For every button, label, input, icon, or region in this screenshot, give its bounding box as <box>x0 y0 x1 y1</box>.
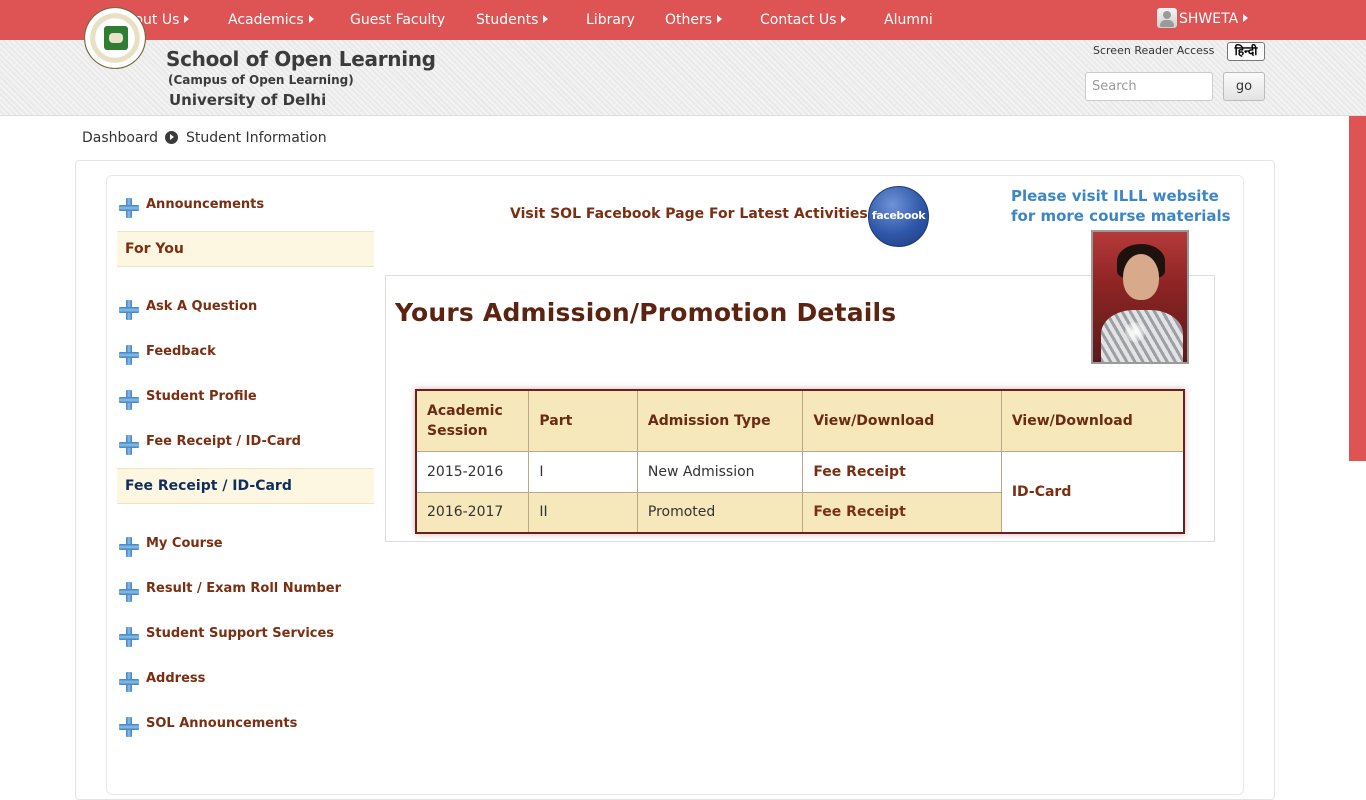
top-navbar: About Us Academics Guest Faculty Student… <box>0 0 1366 40</box>
admission-table: Academic Session Part Admission Type Vie… <box>415 389 1185 534</box>
user-name: SHWETA <box>1179 11 1239 27</box>
caret-right-icon <box>717 15 723 23</box>
header-view-download: View/Download <box>802 389 1002 452</box>
search-input[interactable] <box>1085 72 1213 101</box>
header-part: Part <box>528 389 638 452</box>
sidebar-heading-for-you: For You <box>117 231 374 267</box>
nav-others-label: Others <box>665 12 713 28</box>
fee-receipt-link[interactable]: Fee Receipt <box>802 491 1002 534</box>
nav-library-label: Library <box>586 12 635 28</box>
hindi-language-button[interactable]: हिन्दी <box>1227 42 1265 61</box>
plus-icon <box>119 390 139 410</box>
caret-right-icon <box>308 15 314 23</box>
nav-students[interactable]: Students <box>476 0 549 40</box>
plus-icon <box>119 345 139 365</box>
sidebar-item-label: Student Profile <box>146 389 257 404</box>
plus-icon <box>119 627 139 647</box>
chevron-right-icon <box>165 131 178 144</box>
sidebar-item-label: Result / Exam Roll Number <box>146 581 341 596</box>
illl-link-line2[interactable]: for more course materials <box>1011 207 1231 225</box>
screen-reader-link[interactable]: Screen Reader Access <box>1093 44 1214 57</box>
nav-alumni[interactable]: Alumni <box>884 0 933 40</box>
sidebar-heading-fee-receipt: Fee Receipt / ID-Card <box>117 468 374 504</box>
plus-icon <box>119 435 139 455</box>
search-go-button[interactable]: go <box>1223 72 1265 101</box>
nav-students-label: Students <box>476 12 539 28</box>
table-row: 2015-2016 I New Admission Fee Receipt ID… <box>415 450 1185 534</box>
user-avatar-icon <box>1157 8 1177 28</box>
brand-university: University of Delhi <box>169 91 327 109</box>
plus-icon <box>119 537 139 557</box>
page-title: Yours Admission/Promotion Details <box>395 298 897 327</box>
nav-others[interactable]: Others <box>665 0 723 40</box>
header-view-download: View/Download <box>1000 389 1185 452</box>
caret-right-icon <box>841 15 847 23</box>
cell-part: II <box>528 491 638 534</box>
nav-academics[interactable]: Academics <box>228 0 314 40</box>
caret-right-icon <box>184 15 190 23</box>
id-card-link[interactable]: ID-Card <box>1000 450 1185 534</box>
sidebar-heading-label: Fee Receipt / ID-Card <box>125 478 292 494</box>
breadcrumb-current: Student Information <box>186 130 327 146</box>
plus-icon <box>119 717 139 737</box>
sidebar-item-label: Fee Receipt / ID-Card <box>146 434 301 449</box>
sidebar-item-label: SOL Announcements <box>146 716 298 731</box>
fee-receipt-link[interactable]: Fee Receipt <box>802 450 1002 493</box>
illl-link-line1[interactable]: Please visit ILLL website <box>1011 187 1219 205</box>
nav-contact-us-label: Contact Us <box>760 12 837 28</box>
university-seal-logo <box>84 7 146 69</box>
header-academic-session: Academic Session <box>415 389 530 452</box>
sidebar-item-label: Announcements <box>146 197 265 212</box>
breadcrumb-dashboard[interactable]: Dashboard <box>82 130 158 146</box>
caret-right-icon <box>543 15 549 23</box>
cell-session: 2015-2016 <box>415 450 530 493</box>
sidebar-item-label: Student Support Services <box>146 626 335 641</box>
plus-icon <box>119 582 139 602</box>
table-header-row: Academic Session Part Admission Type Vie… <box>415 389 1185 452</box>
nav-contact-us[interactable]: Contact Us <box>760 0 847 40</box>
cell-admission-type: New Admission <box>636 450 804 493</box>
sidebar-item-label: Feedback <box>146 344 216 359</box>
student-photo <box>1091 230 1189 364</box>
cell-session: 2016-2017 <box>415 491 530 534</box>
facebook-icon-label: facebook <box>871 209 926 222</box>
brand-title: School of Open Learning <box>166 47 436 71</box>
facebook-promo-text: Visit SOL Facebook Page For Latest Activ… <box>510 206 868 222</box>
cell-admission-type: Promoted <box>636 491 804 534</box>
sidebar-item-label: Address <box>146 671 206 686</box>
facebook-icon[interactable]: facebook <box>868 186 929 247</box>
caret-right-icon <box>1243 14 1249 22</box>
nav-library[interactable]: Library <box>586 0 635 40</box>
sidebar-heading-label: For You <box>125 241 184 257</box>
sidebar-item-label: My Course <box>146 536 223 551</box>
plus-icon <box>119 300 139 320</box>
brand-subtitle: (Campus of Open Learning) <box>168 73 354 87</box>
nav-academics-label: Academics <box>228 12 304 28</box>
cell-part: I <box>528 450 638 493</box>
plus-icon <box>119 672 139 692</box>
sidebar-item-label: Ask A Question <box>146 299 258 314</box>
plus-icon <box>119 198 139 218</box>
nav-alumni-label: Alumni <box>884 12 933 28</box>
header-admission-type: Admission Type <box>636 389 804 452</box>
nav-guest-faculty[interactable]: Guest Faculty <box>350 0 445 40</box>
nav-guest-faculty-label: Guest Faculty <box>350 12 446 28</box>
user-menu[interactable]: SHWETA <box>1157 0 1249 39</box>
